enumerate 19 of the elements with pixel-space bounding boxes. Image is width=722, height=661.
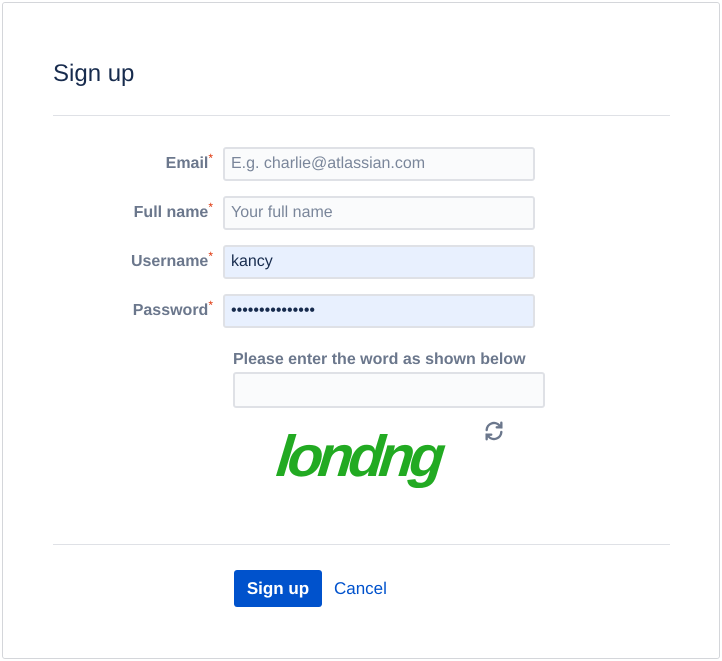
captcha-word: londng bbox=[274, 426, 444, 488]
refresh-icon[interactable] bbox=[483, 420, 505, 442]
dialog-title: Sign up bbox=[53, 59, 136, 89]
field-label: Full name bbox=[134, 203, 208, 223]
field-label: Password bbox=[132, 301, 208, 321]
captcha-input-field[interactable] bbox=[233, 372, 545, 408]
field-label: Email bbox=[166, 154, 208, 174]
input-field[interactable]: ••••••••••••••• bbox=[223, 294, 535, 328]
input-field[interactable]: kancy bbox=[223, 245, 535, 279]
cancel-link[interactable]: Cancel bbox=[334, 576, 387, 602]
required-asterisk: * bbox=[208, 152, 213, 164]
input-field[interactable]: Your full name bbox=[223, 196, 535, 230]
required-asterisk: * bbox=[208, 250, 213, 262]
captcha-label: Please enter the word as shown below bbox=[233, 350, 527, 370]
required-asterisk: * bbox=[208, 299, 213, 311]
required-asterisk: * bbox=[208, 201, 213, 213]
field-label: Username bbox=[130, 252, 208, 272]
input-field[interactable]: E.g. charlie@atlassian.com bbox=[223, 147, 535, 181]
sign-up-button[interactable]: Sign up bbox=[234, 570, 322, 607]
